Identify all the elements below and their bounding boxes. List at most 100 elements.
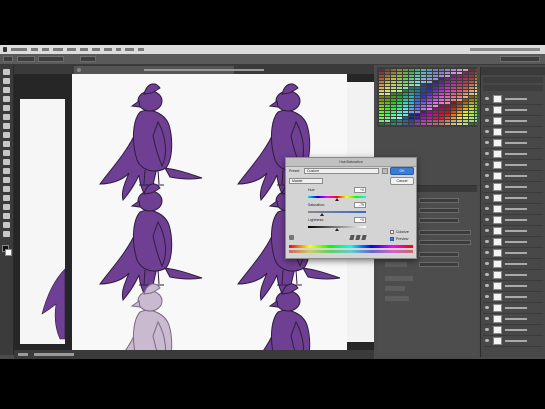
color-swatch[interactable] <box>385 105 390 107</box>
color-swatch[interactable] <box>421 93 426 95</box>
color-swatch[interactable] <box>391 75 396 77</box>
color-swatch[interactable] <box>391 99 396 101</box>
color-swatch[interactable] <box>445 99 450 101</box>
zoom-field[interactable] <box>18 353 28 356</box>
eye-icon[interactable] <box>485 97 489 100</box>
color-swatch[interactable] <box>385 78 390 80</box>
color-swatch[interactable] <box>463 120 468 122</box>
color-swatch[interactable] <box>427 69 432 71</box>
eye-icon[interactable] <box>485 328 489 331</box>
color-swatch[interactable] <box>415 93 420 95</box>
lasso-tool-icon[interactable] <box>3 87 10 93</box>
color-swatch[interactable] <box>403 108 408 110</box>
color-swatch[interactable] <box>439 78 444 80</box>
layer-row[interactable] <box>483 94 543 105</box>
color-swatch[interactable] <box>433 90 438 92</box>
color-swatch[interactable] <box>421 102 426 104</box>
color-swatch[interactable] <box>439 90 444 92</box>
lightness-input[interactable]: +0 <box>354 217 366 223</box>
color-swatch[interactable] <box>433 102 438 104</box>
color-swatch[interactable] <box>451 84 456 86</box>
color-swatch[interactable] <box>421 69 426 71</box>
color-swatch[interactable] <box>463 123 468 125</box>
swatch-grid[interactable] <box>377 67 477 127</box>
layer-row[interactable] <box>483 281 543 292</box>
color-swatch[interactable] <box>409 75 414 77</box>
color-swatch[interactable] <box>397 87 402 89</box>
layer-row[interactable] <box>483 149 543 160</box>
color-swatch[interactable] <box>397 75 402 77</box>
color-swatch[interactable] <box>475 102 477 104</box>
eye-icon[interactable] <box>485 130 489 133</box>
color-swatch[interactable] <box>445 84 450 86</box>
eye-icon[interactable] <box>485 108 489 111</box>
eyedropper-tool-icon[interactable] <box>3 114 10 120</box>
color-swatch[interactable] <box>457 75 462 77</box>
color-swatch[interactable] <box>457 99 462 101</box>
color-swatch[interactable] <box>385 87 390 89</box>
panel-field[interactable] <box>419 230 471 235</box>
color-swatch[interactable] <box>409 111 414 113</box>
preset-select[interactable]: Custom <box>304 168 379 174</box>
hue-slider-thumb[interactable] <box>335 198 339 201</box>
color-swatch[interactable] <box>457 78 462 80</box>
color-swatch[interactable] <box>433 114 438 116</box>
color-swatch[interactable] <box>463 102 468 104</box>
color-swatch[interactable] <box>391 84 396 86</box>
color-swatch[interactable] <box>445 120 450 122</box>
color-swatch[interactable] <box>403 78 408 80</box>
color-swatch[interactable] <box>469 117 474 119</box>
color-swatch[interactable] <box>439 108 444 110</box>
color-swatch[interactable] <box>409 87 414 89</box>
eye-icon[interactable] <box>485 284 489 287</box>
color-swatch[interactable] <box>445 96 450 98</box>
color-swatch[interactable] <box>379 87 384 89</box>
hue-input[interactable]: +0 <box>354 187 366 193</box>
preview-checkbox[interactable] <box>390 237 394 241</box>
color-swatch[interactable] <box>379 81 384 83</box>
eye-icon[interactable] <box>485 273 489 276</box>
color-swatch[interactable] <box>439 93 444 95</box>
color-swatch[interactable] <box>397 90 402 92</box>
color-swatch[interactable] <box>457 84 462 86</box>
color-swatch[interactable] <box>469 81 474 83</box>
move-tool-icon[interactable] <box>3 69 10 75</box>
eye-icon[interactable] <box>485 306 489 309</box>
color-swatch[interactable] <box>415 69 420 71</box>
color-swatch[interactable] <box>409 108 414 110</box>
color-swatch[interactable] <box>457 105 462 107</box>
color-swatch[interactable] <box>421 108 426 110</box>
color-swatch[interactable] <box>445 123 450 125</box>
color-swatch[interactable] <box>427 84 432 86</box>
color-swatch[interactable] <box>439 75 444 77</box>
color-swatch[interactable] <box>415 99 420 101</box>
color-swatch[interactable] <box>469 105 474 107</box>
color-swatch[interactable] <box>385 123 390 125</box>
menu-item[interactable] <box>80 48 88 51</box>
color-swatch[interactable] <box>445 90 450 92</box>
layer-row[interactable] <box>483 182 543 193</box>
color-swatch[interactable] <box>475 84 477 86</box>
menu-item[interactable] <box>116 48 121 51</box>
color-swatch[interactable] <box>427 105 432 107</box>
layer-filter-row[interactable] <box>483 77 543 83</box>
color-swatch[interactable] <box>379 84 384 86</box>
option-control[interactable] <box>38 56 64 62</box>
color-swatch[interactable] <box>427 111 432 113</box>
color-swatch[interactable] <box>439 96 444 98</box>
color-swatch[interactable] <box>475 120 477 122</box>
layer-row[interactable] <box>483 270 543 281</box>
color-swatch[interactable] <box>439 117 444 119</box>
color-swatch[interactable] <box>421 87 426 89</box>
color-swatch[interactable] <box>415 111 420 113</box>
eye-icon[interactable] <box>485 207 489 210</box>
color-swatch[interactable] <box>421 123 426 125</box>
color-swatch[interactable] <box>403 90 408 92</box>
color-swatch[interactable] <box>415 117 420 119</box>
color-swatch[interactable] <box>469 78 474 80</box>
lightness-slider-thumb[interactable] <box>335 228 339 231</box>
color-swatch[interactable] <box>415 87 420 89</box>
color-swatch[interactable] <box>475 81 477 83</box>
color-swatch[interactable] <box>433 93 438 95</box>
color-swatch[interactable] <box>427 117 432 119</box>
